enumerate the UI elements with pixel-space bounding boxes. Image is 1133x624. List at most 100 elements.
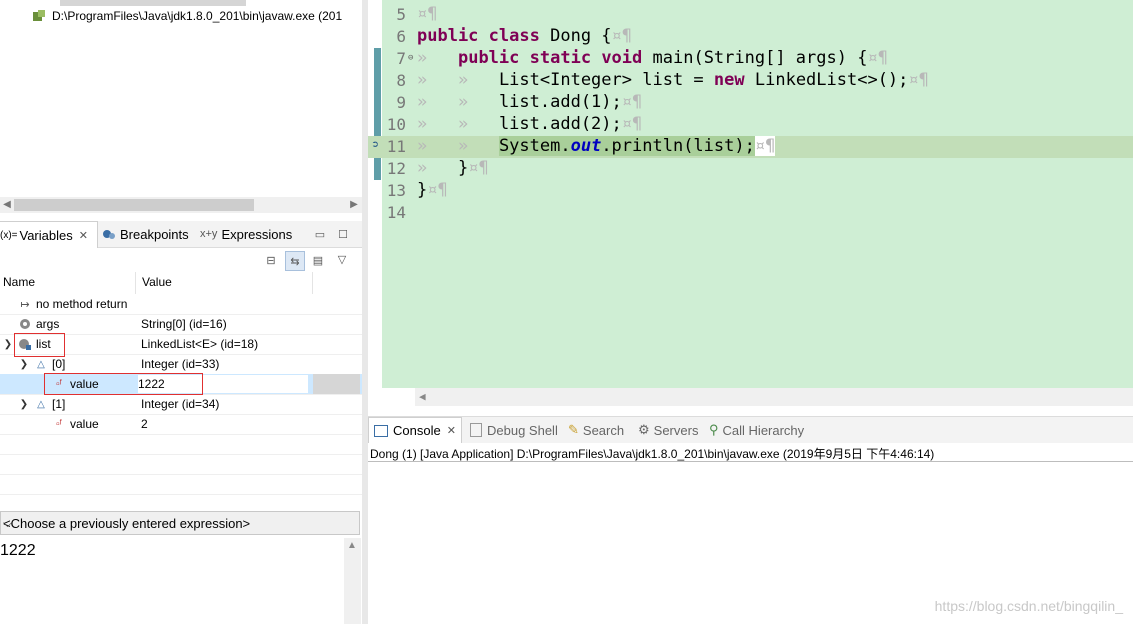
variable-name: args [36,317,60,331]
debug-tree-hscrollbar[interactable]: ◀ ▶ [0,197,362,213]
table-row[interactable]: ❯ △ [1] Integer (id=34) [0,394,362,415]
debug-tree-process-row[interactable]: D:\ProgramFiles\Java\jdk1.8.0_201\bin\ja… [32,7,342,25]
console-status-text: Dong (1) [Java Application] D:\ProgramFi… [370,447,935,461]
field-icon: ▫ᶠ [56,418,62,430]
variable-value: Integer (id=33) [141,357,220,371]
scroll-left-icon[interactable]: ◀ [1,198,13,212]
minimize-icon[interactable]: ▭ [311,225,329,243]
variable-name: no method return [36,297,128,311]
expression-text-area[interactable]: 1222 [0,538,344,624]
line-number: 6 [396,27,406,46]
debug-tree-selected-strip[interactable] [60,0,246,6]
line-number: 9 [396,93,406,112]
scroll-right-icon[interactable]: ▶ [348,198,360,212]
tab-call-hierarchy[interactable]: ⚲ Call Hierarchy [709,417,804,443]
annotation-box-value [44,373,203,395]
tab-servers-label: Servers [653,422,699,438]
tab-console-label: Console [393,423,441,438]
row-filler [313,374,360,394]
debug-tree: D:\ProgramFiles\Java\jdk1.8.0_201\bin\ja… [0,0,362,218]
instruction-pointer-icon: ➲ [372,138,379,151]
code-editor[interactable]: 5 6 7 ⊖ 8 9 10 11 ➲ 12 13 14 ¤¶ public c… [368,0,1133,406]
local-variable-icon [20,319,30,329]
variable-value: LinkedList<E> (id=18) [141,337,259,351]
variable-name: [0] [52,357,66,371]
line-number: 7 [396,49,406,68]
column-name-header[interactable]: Name [3,275,35,289]
hscroll-thumb[interactable] [14,199,254,211]
overview-ruler [374,48,381,180]
variables-table: ↦ no method return args String[0] (id=16… [0,294,362,510]
expression-combo[interactable]: <Choose a previously entered expression>… [0,511,360,535]
search-icon: ✎ [568,422,579,437]
line-number: 8 [396,71,406,90]
code-line-9[interactable]: » » list.add(1);¤¶ [417,92,642,112]
console-icon [374,424,388,437]
tab-variables[interactable]: (x)= Variables ✕ [0,221,98,248]
line-number: 14 [386,203,406,222]
tab-search[interactable]: ✎ Search [568,417,624,443]
line-number: 11 [386,137,406,156]
java-process-icon [33,10,45,21]
fold-collapse-icon[interactable]: ⊖ [408,53,413,63]
layout-icon[interactable]: ▤ [309,251,327,269]
variables-icon: (x)= [0,229,18,241]
tab-search-label: Search [582,422,625,438]
table-row[interactable]: ❯ △ [0] Integer (id=33) [0,354,362,375]
servers-icon: ⚙ [638,422,650,437]
table-row[interactable]: ▫ᶠ value 2 [0,414,362,435]
variable-value: 2 [141,417,148,431]
tab-servers[interactable]: ⚙ Servers [638,417,698,443]
line-number: 13 [386,181,406,200]
console-output[interactable]: https://blog.csdn.net/bingqilin_ [368,462,1133,624]
view-menu-icon[interactable]: ▽ [333,250,351,268]
variable-name: value [70,417,99,431]
table-row[interactable]: ↦ no method return [0,294,362,315]
process-label: D:\ProgramFiles\Java\jdk1.8.0_201\bin\ja… [52,9,343,23]
variable-value: String[0] (id=16) [141,317,227,331]
table-row [0,474,362,495]
expression-vscrollbar[interactable]: ▲ [344,538,361,624]
debug-shell-icon [470,423,482,437]
code-line-6[interactable]: public class Dong {¤¶ [417,26,632,46]
column-value-header[interactable]: Value [142,275,172,289]
table-row[interactable]: args String[0] (id=16) [0,314,362,335]
scroll-left-icon[interactable]: ◀ [419,390,426,403]
tab-breakpoints-label: Breakpoints [120,226,189,242]
close-icon[interactable]: ✕ [79,229,88,242]
tab-call-hierarchy-label: Call Hierarchy [722,422,805,438]
code-line-8[interactable]: » » List<Integer> list = new LinkedList<… [417,70,929,90]
scroll-up-icon[interactable]: ▲ [347,540,357,551]
show-logical-structure-icon[interactable]: ⇆ [285,251,305,271]
variables-table-header: Name Value [0,272,362,295]
code-line-7[interactable]: » public static void main(String[] args)… [417,48,888,68]
array-element-icon: △ [37,398,45,410]
console-tab-bar: Console ✕ Debug Shell ✎ Search ⚙ Servers… [368,416,1133,443]
variable-name: [1] [52,397,66,411]
variable-value: Integer (id=34) [141,397,220,411]
tab-expressions[interactable]: x+y Expressions [200,221,292,247]
close-icon[interactable]: ✕ [447,424,456,437]
maximize-icon[interactable]: ☐ [334,225,352,243]
code-line-11[interactable]: » » System.out.println(list);¤¶ [417,136,776,156]
tab-breakpoints[interactable]: Breakpoints [102,221,189,247]
table-row [0,434,362,455]
code-line-10[interactable]: » » list.add(2);¤¶ [417,114,642,134]
watermark: https://blog.csdn.net/bingqilin_ [934,598,1123,614]
code-line-13[interactable]: }¤¶ [417,180,448,200]
chevron-down-icon[interactable]: ⌵ [3,516,355,531]
code-line-5[interactable]: ¤¶ [417,4,437,24]
chevron-down-icon[interactable]: ❯ [2,339,14,350]
call-hierarchy-icon: ⚲ [709,422,719,437]
annotation-box-list [14,333,65,357]
editor-hscrollbar[interactable]: ◀ [415,388,1133,406]
code-line-12[interactable]: » }¤¶ [417,158,489,178]
expression-text: 1222 [0,542,36,559]
tab-debug-shell[interactable]: Debug Shell [470,417,558,443]
chevron-down-icon[interactable]: ❯ [18,359,30,370]
line-number: 12 [386,159,406,178]
tab-console[interactable]: Console ✕ [368,417,462,443]
collapse-all-icon[interactable]: ⊟ [262,251,280,269]
variables-tab-bar: (x)= Variables ✕ Breakpoints x+y Express… [0,221,362,248]
chevron-down-icon[interactable]: ❯ [18,399,30,410]
